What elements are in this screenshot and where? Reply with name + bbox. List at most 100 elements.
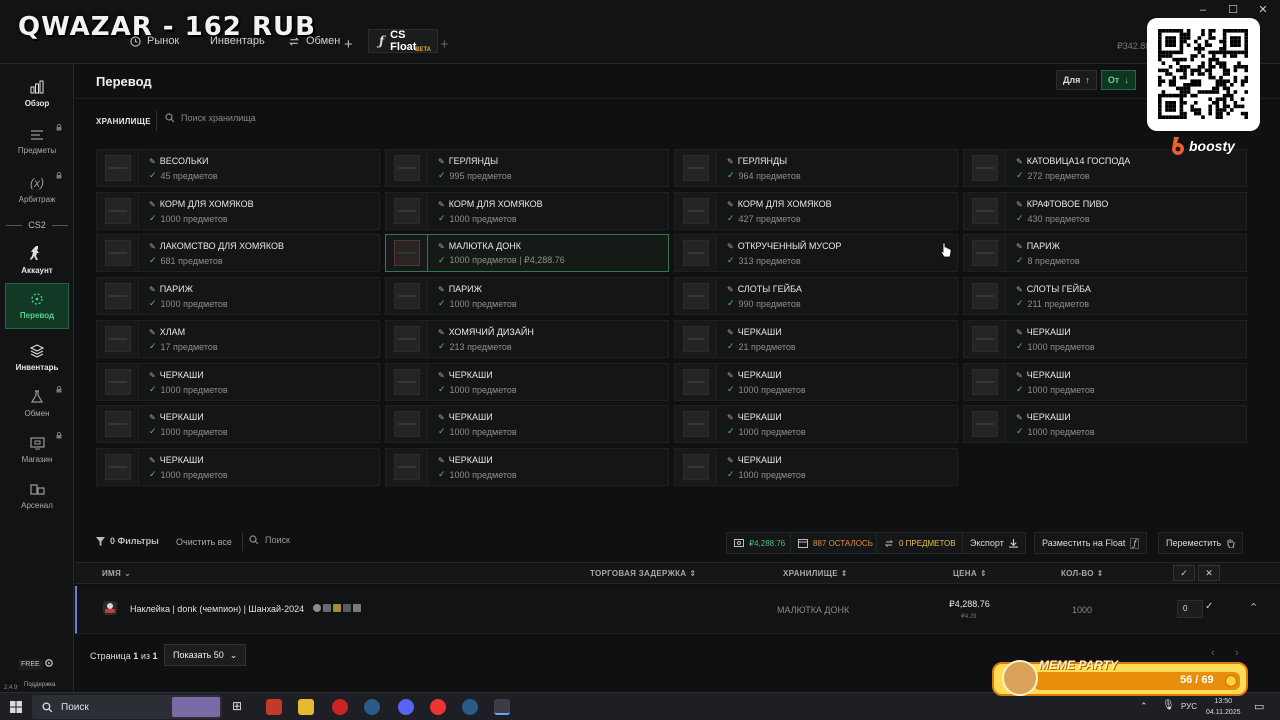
tray-chevron-icon[interactable]: ⌃ <box>1140 701 1148 712</box>
sidebar-item-trade[interactable]: Обмен <box>0 380 74 428</box>
storage-unit-card[interactable]: ✎ ЧЕРКАШИ ✓ 1000 предметов <box>385 405 669 443</box>
storage-unit-card[interactable]: ✎ ПАРИЖ ✓ 8 предметов <box>963 234 1247 272</box>
support-link[interactable]: Поддержка <box>24 682 55 688</box>
yandex-browser-icon[interactable] <box>430 699 446 715</box>
storage-unit-card[interactable]: ✎ ЧЕРКАШИ ✓ 1000 предметов <box>963 320 1247 358</box>
sidebar-item-transfer[interactable]: Перевод <box>5 283 69 329</box>
column-quantity[interactable]: КОЛ-ВО ⇕ <box>1061 569 1104 578</box>
storage-unit-card[interactable]: ✎ ЧЕРКАШИ ✓ 1000 предметов <box>96 448 380 486</box>
windows-start-icon[interactable] <box>10 701 22 713</box>
storage-unit-card[interactable]: ✎ КОРМ ДЛЯ ХОМЯКОВ ✓ 427 предметов <box>674 192 958 230</box>
storage-unit-card[interactable]: ✎ ЧЕРКАШИ ✓ 1000 предметов <box>385 363 669 401</box>
add-tab-button[interactable]: + <box>340 32 357 56</box>
edit-icon[interactable]: ✎ <box>727 200 734 209</box>
edit-icon[interactable]: ✎ <box>727 413 734 422</box>
edit-icon[interactable]: ✎ <box>438 413 445 422</box>
maximize-button[interactable]: ☐ <box>1218 2 1248 18</box>
storage-unit-card[interactable]: ✎ ЧЕРКАШИ ✓ 1000 предметов <box>674 448 958 486</box>
edit-icon[interactable]: ✎ <box>149 285 156 294</box>
edit-icon[interactable]: ✎ <box>438 200 445 209</box>
steam-icon[interactable] <box>462 699 478 715</box>
csfloat-app-icon[interactable] <box>494 699 510 715</box>
add-tab-button[interactable]: + <box>436 32 453 56</box>
column-storage[interactable]: ХРАНИЛИЩЕ ⇕ <box>783 569 848 578</box>
column-name[interactable]: ИМЯ ⌄ <box>102 569 131 578</box>
storage-unit-card[interactable]: ✎ ОТКРУЧЕННЫЙ МУСОР ✓ 313 предметов <box>674 234 958 272</box>
storage-unit-card[interactable]: ✎ ЧЕРКАШИ ✓ 1000 предметов <box>674 363 958 401</box>
previous-page-button[interactable]: ‹ <box>1211 647 1215 659</box>
sidebar-item-inventory[interactable]: Инвентарь <box>0 334 74 382</box>
edit-icon[interactable]: ✎ <box>438 371 445 380</box>
sidebar-item-arsenal[interactable]: Арсенал <box>0 472 74 520</box>
edit-icon[interactable]: ✎ <box>727 371 734 380</box>
edit-icon[interactable]: ✎ <box>149 242 156 251</box>
storage-unit-card[interactable]: ✎ ЧЕРКАШИ ✓ 21 предметов <box>674 320 958 358</box>
direction-from-storage-button[interactable]: От ↓ <box>1100 70 1136 90</box>
sidebar-item-items[interactable]: Предметы <box>0 118 74 166</box>
edit-icon[interactable]: ✎ <box>1016 242 1023 251</box>
task-view-icon[interactable]: ⊞ <box>232 699 248 715</box>
storage-unit-card[interactable]: ✎ ГЕРЛЯНДЫ ✓ 964 предметов <box>674 149 958 187</box>
file-explorer-icon[interactable] <box>298 699 314 715</box>
storage-unit-card[interactable]: ✎ ВЕСОЛЬКИ ✓ 45 предметов <box>96 149 380 187</box>
deselect-all-button[interactable]: ✕ <box>1198 565 1220 581</box>
clear-all-button[interactable]: Очистить все <box>176 537 232 547</box>
storage-unit-card[interactable]: ✎ ПАРИЖ ✓ 1000 предметов <box>96 277 380 315</box>
edit-icon[interactable]: ✎ <box>727 242 734 251</box>
edit-icon[interactable]: ✎ <box>727 285 734 294</box>
edit-icon[interactable]: ✎ <box>727 456 734 465</box>
storage-unit-card[interactable]: ✎ КРАФТОВОЕ ПИВО ✓ 430 предметов <box>963 192 1247 230</box>
table-row[interactable]: Наклейка | donk (чемпион) | Шанхай-2024 … <box>75 586 1280 634</box>
sidebar-item-store[interactable]: Магазин <box>0 426 74 474</box>
tab-inventory[interactable]: Инвентарь <box>200 29 275 53</box>
tab-market[interactable]: Рынок <box>120 29 189 53</box>
sidebar-item-account[interactable]: Аккаунт <box>0 236 74 284</box>
steam-icon[interactable] <box>364 699 380 715</box>
edit-icon[interactable]: ✎ <box>149 157 156 166</box>
edit-icon[interactable]: ✎ <box>1016 285 1023 294</box>
storage-search-input[interactable]: Поиск хранилища <box>165 113 256 123</box>
direction-to-storage-button[interactable]: Для ↑ <box>1056 70 1097 90</box>
storage-unit-card[interactable]: ✎ ЛАКОМСТВО ДЛЯ ХОМЯКОВ ✓ 681 предметов <box>96 234 380 272</box>
edit-icon[interactable]: ✎ <box>438 242 445 251</box>
storage-unit-card[interactable]: ✎ ХЛАМ ✓ 17 предметов <box>96 320 380 358</box>
collapse-row-button[interactable]: ⌃ <box>1249 601 1258 614</box>
edit-icon[interactable]: ✎ <box>149 200 156 209</box>
quantity-input[interactable]: 0 <box>1177 600 1203 618</box>
column-price[interactable]: ЦЕНА ⇕ <box>953 569 987 578</box>
edit-icon[interactable]: ✎ <box>1016 157 1023 166</box>
minimize-button[interactable]: – <box>1188 2 1218 18</box>
edit-icon[interactable]: ✎ <box>1016 413 1023 422</box>
edit-icon[interactable]: ✎ <box>1016 328 1023 337</box>
edit-icon[interactable]: ✎ <box>1016 371 1023 380</box>
storage-unit-card[interactable]: ✎ ЧЕРКАШИ ✓ 1000 предметов <box>674 405 958 443</box>
taskbar-search[interactable]: Поиск <box>32 695 222 719</box>
page-size-select[interactable]: Показать 50 ⌄ <box>164 644 247 666</box>
app-icon[interactable] <box>332 699 348 715</box>
edit-icon[interactable]: ✎ <box>149 413 156 422</box>
taskbar-clock[interactable]: 13:50 04.11.2025 <box>1206 696 1241 718</box>
storage-unit-card[interactable]: ✎ ХОМЯЧИЙ ДИЗАЙН ✓ 213 предметов <box>385 320 669 358</box>
close-button[interactable]: ✕ <box>1248 2 1278 18</box>
edit-icon[interactable]: ✎ <box>727 328 734 337</box>
microphone-icon[interactable]: 🎙 <box>1162 700 1175 711</box>
storage-unit-card[interactable]: ✎ ЧЕРКАШИ ✓ 1000 предметов <box>385 448 669 486</box>
discord-icon[interactable] <box>398 699 414 715</box>
edit-icon[interactable]: ✎ <box>727 157 734 166</box>
export-button[interactable]: Экспорт <box>962 532 1026 554</box>
sidebar-item-overview[interactable]: Обзор <box>0 70 74 118</box>
edit-icon[interactable]: ✎ <box>438 456 445 465</box>
list-on-float-button[interactable]: Разместить на Float ƒ <box>1034 532 1148 554</box>
storage-unit-card[interactable]: ✎ ЧЕРКАШИ ✓ 1000 предметов <box>963 363 1247 401</box>
tab-csfloat[interactable]: ƒ CS Float BETA <box>368 29 438 53</box>
edit-icon[interactable]: ✎ <box>438 328 445 337</box>
storage-unit-card[interactable]: ✎ ПАРИЖ ✓ 1000 предметов <box>385 277 669 315</box>
storage-unit-card[interactable]: ✎ ЧЕРКАШИ ✓ 1000 предметов <box>96 363 380 401</box>
storage-unit-card[interactable]: ✎ КОРМ ДЛЯ ХОМЯКОВ ✓ 1000 предметов <box>96 192 380 230</box>
item-search-input[interactable]: Поиск <box>249 535 290 545</box>
edit-icon[interactable]: ✎ <box>149 328 156 337</box>
move-button[interactable]: Переместить <box>1158 532 1244 554</box>
sidebar-item-arbitrage[interactable]: (x) Арбитраж <box>0 166 74 214</box>
edit-icon[interactable]: ✎ <box>438 157 445 166</box>
confirm-quantity-button[interactable]: ✓ <box>1205 601 1213 612</box>
